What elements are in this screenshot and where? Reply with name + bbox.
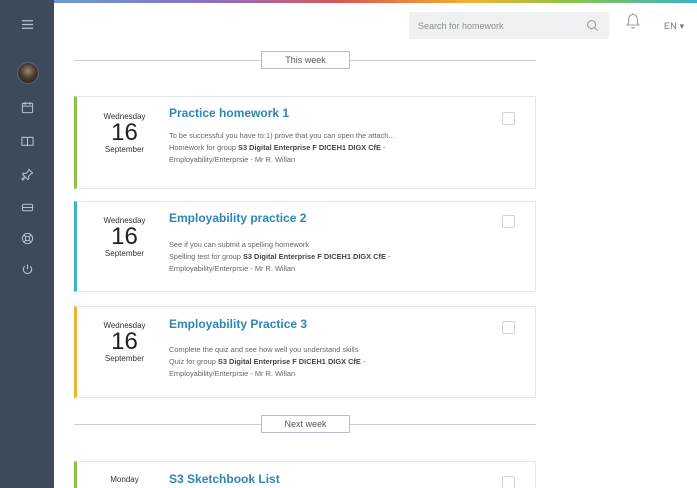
homework-title-link[interactable]: S3 Sketchbook List (169, 472, 280, 486)
homework-teacher: Employability/Enterprsie - Mr R. Willan (169, 264, 296, 273)
homework-card[interactable]: Wednesday 16 September Employability pra… (74, 201, 536, 292)
homework-card[interactable]: Monday S3 Sketchbook List (74, 461, 536, 488)
tray-icon[interactable] (0, 196, 54, 218)
homework-teacher: Employability/Enterprsie - Mr R. Willan (169, 155, 296, 164)
homework-details: Complete the quiz and see how well you u… (169, 344, 489, 380)
pin-icon[interactable] (0, 163, 54, 185)
homework-title-link[interactable]: Employability practice 2 (169, 211, 306, 225)
homework-description: To be successful you have to:1) prove th… (169, 131, 395, 140)
language-selector[interactable]: EN ▾ (664, 21, 684, 32)
homework-description: See if you can submit a spelling homewor… (169, 240, 310, 249)
group-suffix: - (380, 143, 386, 152)
group-name: S3 Digital Enterprise F DICEH1 DIGX CfE (238, 143, 381, 152)
due-date: Monday (87, 475, 162, 484)
due-month: September (104, 249, 145, 258)
group-prefix: Quiz for group (169, 357, 218, 366)
due-day: 16 (111, 223, 138, 250)
homework-details: See if you can submit a spelling homewor… (169, 239, 489, 275)
group-suffix: - (360, 357, 366, 366)
due-weekday: Monday (110, 475, 139, 484)
homework-group-line: Quiz for group S3 Digital Enterprise F D… (169, 356, 489, 368)
homework-group-line: Homework for group S3 Digital Enterprise… (169, 142, 489, 154)
due-date: Wednesday 16 September (87, 321, 162, 363)
due-month: September (104, 354, 145, 363)
search-icon[interactable] (586, 19, 599, 32)
due-date: Wednesday 16 September (87, 216, 162, 258)
due-date: Wednesday 16 September (87, 112, 162, 154)
group-prefix: Homework for group (169, 143, 239, 152)
homework-details: To be successful you have to:1) prove th… (169, 130, 489, 166)
group-name: S3 Digital Enterprise F DICEH1 DIGX CfE (242, 252, 386, 261)
done-checkbox[interactable] (502, 215, 515, 228)
calendar-icon[interactable] (0, 96, 54, 118)
homework-teacher: Employability/Enterprsie - Mr R. Willan (169, 369, 296, 378)
sidebar (0, 0, 54, 488)
homework-group-line: Spelling test for group S3 Digital Enter… (169, 251, 489, 263)
due-day: 16 (111, 119, 138, 146)
due-month: September (104, 145, 145, 154)
done-checkbox[interactable] (502, 112, 515, 125)
search-box[interactable] (409, 12, 609, 39)
group-name: S3 Digital Enterprise F DICEH1 DIGX CfE (217, 357, 361, 366)
bell-icon[interactable] (625, 12, 641, 30)
lifebuoy-icon[interactable] (0, 227, 54, 249)
homework-title-link[interactable]: Employability Practice 3 (169, 317, 307, 331)
done-checkbox[interactable] (502, 321, 515, 334)
group-prefix: Spelling test for group (169, 252, 243, 261)
homework-description: Complete the quiz and see how well you u… (169, 345, 359, 354)
top-bar: EN ▾ (54, 3, 697, 43)
avatar[interactable] (17, 62, 39, 84)
homework-title-link[interactable]: Practice homework 1 (169, 106, 289, 120)
section-label: Next week (261, 415, 350, 433)
book-icon[interactable] (0, 130, 54, 152)
homework-card[interactable]: Wednesday 16 September Employability Pra… (74, 306, 536, 398)
section-label: This week (261, 51, 350, 69)
done-checkbox[interactable] (502, 476, 515, 488)
menu-icon[interactable] (0, 13, 54, 35)
search-input[interactable] (409, 12, 574, 39)
section-divider-next-week: Next week (74, 415, 536, 433)
section-divider-this-week: This week (74, 51, 536, 69)
power-icon[interactable] (0, 258, 54, 280)
homework-card[interactable]: Wednesday 16 September Practice homework… (74, 96, 536, 189)
group-suffix: - (385, 252, 391, 261)
due-day: 16 (111, 328, 138, 355)
